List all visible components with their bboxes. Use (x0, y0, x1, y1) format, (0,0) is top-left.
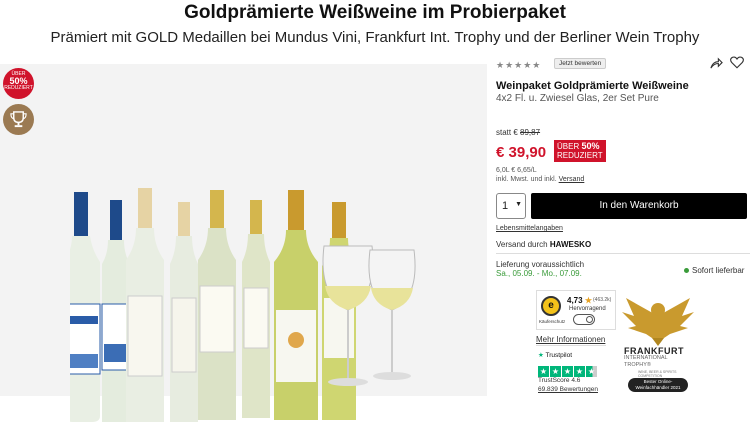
rating-stars: ★★★★★ (496, 60, 542, 70)
delivery-label: Lieferung voraussichtlich (496, 260, 585, 269)
frankfurt-trophy-award: FRANKFURT INTERNATIONAL TROPHY® WINE, BE… (618, 294, 698, 394)
unit-price: 6,0L € 6,65/L (496, 167, 537, 174)
toggle-icon (573, 314, 595, 325)
old-price: 89,87 (520, 128, 541, 137)
seal-label: Käuferschutz (539, 319, 566, 324)
trust-score-value: 4,73 (567, 296, 583, 305)
product-description: 4x2 Fl. u. Zwiesel Glas, 2er Set Pure (496, 93, 659, 104)
share-icon[interactable] (710, 57, 723, 73)
trust-score: 4,73 ★ (567, 296, 592, 305)
divider (496, 253, 750, 254)
trustpilot-reviews-link[interactable]: 69.839 Bewertungen (538, 386, 598, 393)
trustpilot-stars: ★ ★ ★ ★ ★ (538, 361, 598, 377)
discount-badge: ÜBER 50% REDUZIERT (3, 68, 34, 99)
stock-status: Sofort lieferbar (684, 266, 744, 275)
bottles-illustration (70, 188, 416, 422)
current-price: € 39,90 (496, 144, 547, 161)
trustpilot-name: Trustpilot (545, 352, 573, 359)
statt-label: statt € (496, 128, 518, 137)
trustpilot-star-icon: ★ (538, 366, 549, 377)
chevron-down-icon: ▼ (515, 201, 522, 208)
shipping-prefix: Versand durch (496, 240, 548, 249)
quantity-value: 1 (502, 200, 509, 212)
heart-icon[interactable] (730, 56, 744, 72)
vat-note: inkl. Mwst. und inkl. Versand (496, 176, 584, 183)
food-info-link[interactable]: Lebensmittelangaben (496, 225, 563, 232)
trophy-pill-line1: Bester Online- (643, 379, 673, 384)
discount-badge-label: REDUZIERT (4, 85, 33, 91)
old-price-line: statt € 89,87 (496, 128, 540, 137)
page-title: Goldprämierte Weißweine im Probierpaket (184, 2, 566, 23)
product-panel: ★★★★★ Jetzt bewerten Weinpaket Goldprämi… (496, 56, 750, 396)
more-info-link[interactable]: Mehr Informationen (536, 335, 605, 344)
quantity-select[interactable]: 1 ▼ (496, 193, 526, 219)
stock-dot-icon (684, 268, 689, 274)
discount-tag-label: REDUZIERT (557, 151, 603, 160)
discount-tag-small: ÜBER (557, 142, 580, 151)
trustpilot-star-icon: ★ (538, 352, 544, 359)
star-icon: ★ (584, 296, 592, 305)
delivery-date: Sa., 05.09. - Mo., 07.09. (496, 269, 582, 278)
trophy-line2: TROPHY® (624, 362, 651, 368)
divider (536, 345, 606, 346)
shipping-vendor: HAWESKO (549, 240, 592, 249)
trophy-pill: Bester Online- Weinfachhändler 2021 (628, 378, 688, 392)
seal-letter: e (548, 300, 554, 311)
trustpilot-half-star-icon: ★ (586, 366, 597, 377)
trusted-shops-widget[interactable]: e Käuferschutz 4,73 ★ (463.2k) Hervorrag… (536, 290, 616, 330)
page-subtitle: Prämiert mit GOLD Medaillen bei Mundus V… (50, 29, 700, 46)
eagle-icon (622, 298, 694, 346)
trustpilot-star-icon: ★ (562, 366, 573, 377)
add-to-cart-button[interactable]: In den Warenkorb (531, 193, 747, 219)
vat-text: inkl. Mwst. und inkl. (496, 176, 557, 183)
trustpilot-star-icon: ★ (550, 366, 561, 377)
discount-tag-percent: 50% (581, 141, 600, 151)
shipping-link[interactable]: Versand (559, 176, 585, 183)
trophy-line3: WINE, BEER & SPIRITS COMPETITION (638, 370, 677, 378)
trophy-icon (10, 111, 27, 128)
product-name: Weinpaket Goldprämierte Weißweine (496, 80, 689, 92)
trustpilot-score: TrustScore 4.6 (538, 377, 581, 384)
trophy-badge (3, 104, 34, 135)
stock-text: Sofort lieferbar (692, 266, 745, 275)
trophy-pill-line2: Weinfachhändler 2021 (635, 385, 681, 390)
product-image[interactable] (0, 64, 487, 422)
trust-score-word: Hervorragend (569, 306, 606, 312)
trophy-line1: INTERNATIONAL (624, 355, 668, 361)
discount-tag: ÜBER 50% REDUZIERT (554, 140, 606, 162)
trust-score-count: (463.2k) (593, 297, 612, 303)
trustpilot-star-icon: ★ (574, 366, 585, 377)
rate-button[interactable]: Jetzt bewerten (554, 58, 607, 69)
trusted-shops-seal-icon: e (541, 296, 561, 316)
trustpilot-logo[interactable]: ★ Trustpilot (538, 351, 572, 359)
shipping-info: Versand durch HAWESKO (496, 240, 591, 249)
